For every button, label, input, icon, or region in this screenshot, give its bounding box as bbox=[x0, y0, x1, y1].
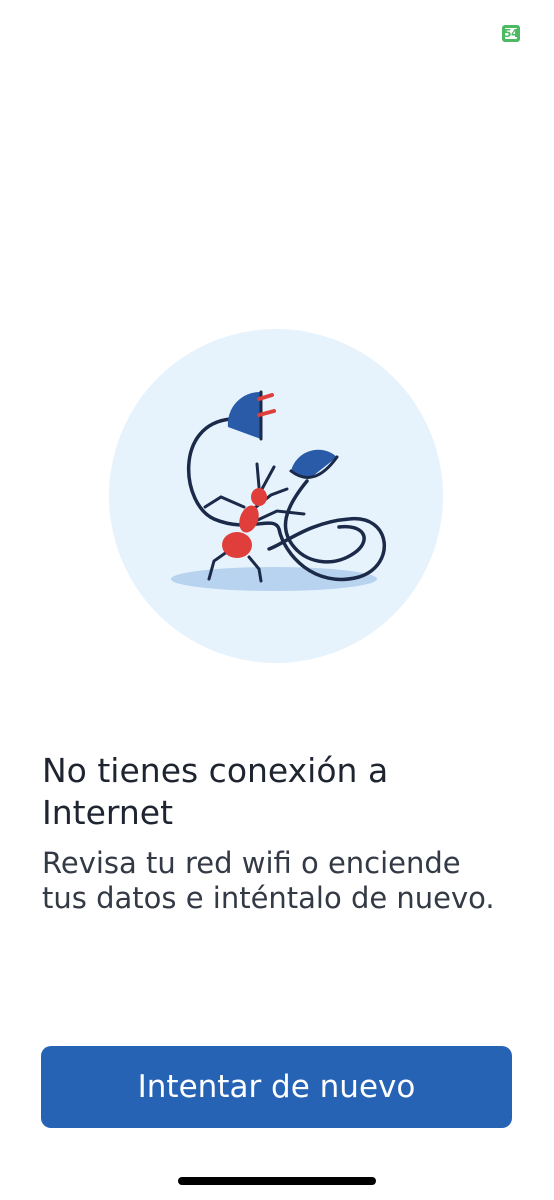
illustration-background-circle bbox=[109, 329, 443, 663]
ant-head bbox=[251, 488, 267, 506]
page-title: No tienes conexión a Internet bbox=[42, 751, 389, 832]
ant-antenna bbox=[255, 462, 261, 489]
status-badge: 54 bbox=[502, 25, 520, 42]
ant-unplugged-cable-icon bbox=[109, 329, 443, 663]
error-message: Revisa tu red wifi o enciende tus datos … bbox=[42, 846, 495, 915]
ant-abdomen bbox=[222, 532, 252, 558]
badge-count: 54 bbox=[503, 27, 519, 40]
home-indicator[interactable] bbox=[178, 1177, 376, 1185]
retry-button[interactable]: Intentar de nuevo bbox=[41, 1046, 512, 1128]
